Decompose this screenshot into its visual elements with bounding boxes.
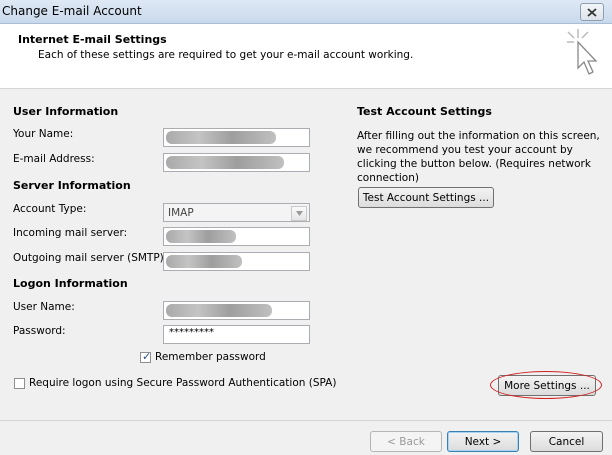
change-email-account-dialog: Change E-mail Account Internet E-mail Se… [0, 0, 612, 455]
close-icon [587, 7, 597, 17]
test-account-settings-button[interactable]: Test Account Settings ... [358, 187, 494, 208]
server-information-heading: Server Information [13, 179, 131, 192]
header-title: Internet E-mail Settings [18, 33, 167, 46]
back-button[interactable]: < Back [370, 431, 442, 452]
chevron-down-icon [291, 206, 307, 221]
account-type-select[interactable]: IMAP [163, 203, 310, 222]
account-type-value: IMAP [168, 207, 194, 219]
redacted-text [166, 304, 272, 317]
close-button[interactable] [580, 3, 604, 21]
redacted-text [166, 156, 284, 169]
next-button[interactable]: Next > [447, 431, 519, 452]
remember-password-checkbox[interactable] [140, 350, 151, 363]
test-account-description: After filling out the information on thi… [357, 130, 600, 184]
incoming-server-label: Incoming mail server: [13, 227, 128, 239]
more-settings-button[interactable]: More Settings ... [498, 375, 596, 396]
your-name-input[interactable] [163, 128, 310, 147]
outgoing-server-input[interactable] [163, 252, 310, 271]
dialog-header: Internet E-mail Settings Each of these s… [0, 24, 612, 89]
outgoing-server-label: Outgoing mail server (SMTP): [13, 252, 168, 264]
test-account-heading: Test Account Settings [357, 105, 492, 118]
email-address-input[interactable] [163, 153, 310, 172]
account-type-label: Account Type: [13, 203, 87, 215]
cancel-button[interactable]: Cancel [530, 431, 603, 452]
user-name-label: User Name: [13, 301, 75, 313]
user-name-input[interactable] [163, 301, 310, 320]
header-subtitle: Each of these settings are required to g… [38, 49, 414, 61]
window-title: Change E-mail Account [2, 4, 142, 18]
incoming-server-input[interactable] [163, 227, 310, 246]
redacted-text [166, 255, 242, 268]
footer-divider [0, 420, 612, 421]
require-spa-label: Require logon using Secure Password Auth… [29, 377, 337, 389]
your-name-label: Your Name: [13, 128, 74, 140]
user-information-heading: User Information [13, 105, 119, 118]
redacted-text [166, 131, 276, 144]
password-input[interactable]: ********* [163, 325, 310, 344]
cursor-sparkle-icon [567, 29, 598, 75]
logon-information-heading: Logon Information [13, 277, 128, 290]
remember-password-label: Remember password [155, 351, 266, 363]
redacted-text [166, 230, 236, 243]
require-spa-checkbox[interactable] [14, 378, 25, 389]
password-label: Password: [13, 325, 66, 337]
title-bar: Change E-mail Account [0, 0, 612, 24]
password-mask: ********* [169, 327, 214, 338]
email-address-label: E-mail Address: [13, 153, 95, 165]
